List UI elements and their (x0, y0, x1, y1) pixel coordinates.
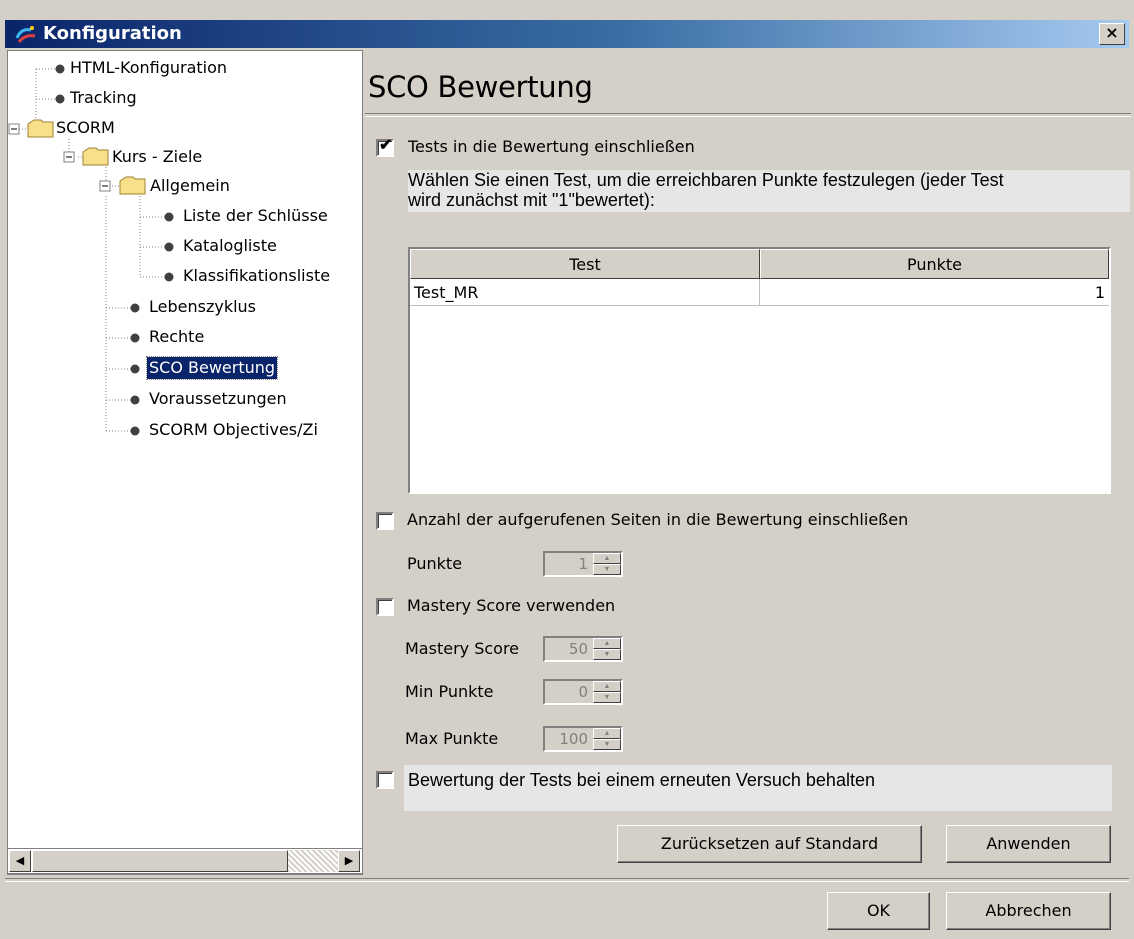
min-points-value: 0 (578, 683, 588, 701)
tree-item-lebenszyklus[interactable]: Lebenszyklus (149, 296, 256, 318)
scroll-thumb[interactable] (32, 850, 288, 872)
column-header-punkte[interactable]: Punkte (760, 249, 1109, 279)
description-line-1: Wählen Sie einen Test, um die erreichbar… (408, 170, 1004, 190)
cell-punkte[interactable]: 1 (760, 279, 1109, 306)
apply-button[interactable]: Anwenden (946, 825, 1111, 863)
stepper-up-icon[interactable]: ▲ (593, 638, 621, 649)
leaf-bullet (55, 64, 65, 74)
stepper-up-icon[interactable]: ▲ (593, 681, 621, 692)
tree-item-sco-bewertung[interactable]: SCO Bewertung (145, 356, 279, 380)
retain-label: Bewertung der Tests bei einem erneuten V… (408, 770, 875, 790)
include-pages-label: Anzahl der aufgerufenen Seiten in die Be… (407, 510, 909, 529)
min-points-stepper[interactable]: 0 ▲ ▼ (543, 679, 623, 705)
app-icon (15, 26, 36, 43)
tree-item-scorm[interactable]: SCORM (56, 117, 115, 139)
cell-test[interactable]: Test_MR (410, 279, 760, 306)
include-tests-label: Tests in die Bewertung einschließen (408, 137, 695, 156)
min-points-label: Min Punkte (405, 682, 494, 701)
pages-points-value: 1 (578, 555, 588, 573)
column-header-test[interactable]: Test (410, 249, 760, 279)
tree-item-voraussetzungen[interactable]: Voraussetzungen (149, 388, 287, 410)
checkmark-icon: ✔ (379, 137, 393, 154)
scroll-left-button[interactable]: ◀ (9, 850, 31, 872)
max-points-label: Max Punkte (405, 729, 499, 748)
title-separator (365, 113, 1131, 117)
description-line-2: wird zunächst mit "1"bewertet): (408, 190, 655, 210)
cancel-button[interactable]: Abbrechen (946, 892, 1111, 930)
close-button[interactable]: × (1099, 23, 1125, 45)
page-title: SCO Bewertung (368, 70, 593, 104)
tree-horizontal-scrollbar[interactable]: ◀ ▶ (7, 848, 363, 874)
mastery-score-value: 50 (568, 640, 588, 658)
reset-defaults-button[interactable]: Zurücksetzen auf Standard (617, 825, 922, 863)
tests-table[interactable]: Test Punkte Test_MR 1 (408, 247, 1111, 494)
tree-item-tracking[interactable]: Tracking (70, 87, 137, 109)
pages-points-stepper[interactable]: 1 ▲ ▼ (543, 551, 623, 577)
include-tests-checkbox[interactable]: ✔ (376, 137, 394, 157)
stepper-down-icon[interactable]: ▼ (593, 564, 621, 575)
mastery-label: Mastery Score verwenden (407, 596, 616, 615)
include-pages-checkbox[interactable] (376, 512, 394, 530)
mastery-checkbox[interactable] (376, 598, 394, 616)
stepper-arrows: ▲ ▼ (593, 553, 621, 575)
arrow-right-icon: ▶ (344, 855, 354, 867)
retain-checkbox[interactable] (376, 771, 394, 789)
tree-item-scorm-objectives[interactable]: SCORM Objectives/Zi (149, 419, 318, 441)
tree-item-rechte[interactable]: Rechte (149, 326, 204, 348)
title-bar: Konfiguration × (5, 20, 1129, 48)
mastery-score-label: Mastery Score (405, 639, 520, 658)
scroll-track[interactable] (288, 850, 338, 872)
arrow-left-icon: ◀ (15, 855, 25, 867)
close-icon: × (1105, 23, 1119, 42)
max-points-stepper[interactable]: 100 ▲ ▼ (543, 726, 623, 752)
tree-item-liste-der-schluessel[interactable]: Liste der Schlüsse (183, 205, 328, 227)
tree-item-katalogliste[interactable]: Katalogliste (183, 235, 277, 257)
tree-item-html-konfiguration[interactable]: HTML-Konfiguration (70, 57, 227, 79)
stepper-arrows: ▲ ▼ (593, 638, 621, 660)
window-title: Konfiguration (43, 23, 182, 44)
mastery-score-stepper[interactable]: 50 ▲ ▼ (543, 636, 623, 662)
stepper-up-icon[interactable]: ▲ (593, 728, 621, 739)
stepper-down-icon[interactable]: ▼ (593, 692, 621, 703)
navigation-tree[interactable]: HTML-Konfiguration Tracking SCORM Kurs -… (7, 50, 363, 875)
pages-points-label: Punkte (407, 554, 463, 573)
stepper-down-icon[interactable]: ▼ (593, 739, 621, 750)
max-points-value: 100 (559, 730, 588, 748)
footer-separator (5, 878, 1129, 882)
tree-item-allgemein[interactable]: Allgemein (150, 175, 230, 197)
test-description: Wählen Sie einen Test, um die erreichbar… (408, 170, 1130, 212)
tree-item-klassifikationsliste[interactable]: Klassifikationsliste (183, 265, 330, 287)
stepper-arrows: ▲ ▼ (593, 728, 621, 750)
stepper-arrows: ▲ ▼ (593, 681, 621, 703)
tree-item-kurs-ziele[interactable]: Kurs - Ziele (112, 146, 202, 168)
stepper-down-icon[interactable]: ▼ (593, 649, 621, 660)
stepper-up-icon[interactable]: ▲ (593, 553, 621, 564)
scroll-right-button[interactable]: ▶ (338, 850, 360, 872)
ok-button[interactable]: OK (827, 892, 930, 930)
